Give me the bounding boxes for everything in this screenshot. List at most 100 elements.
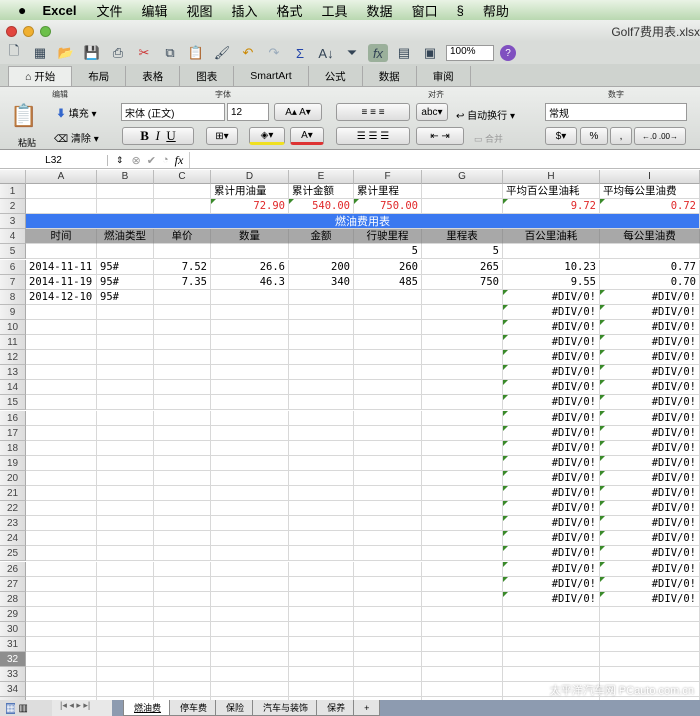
cell-F14[interactable] — [354, 380, 422, 396]
cell-E9[interactable] — [289, 304, 354, 320]
font-name-select[interactable]: 宋体 (正文) — [121, 103, 225, 121]
cell-D2[interactable]: 72.90 — [211, 199, 289, 215]
cell-I19[interactable]: #DIV/0! — [600, 455, 700, 471]
cell-G27[interactable] — [422, 576, 503, 592]
cell-I17[interactable]: #DIV/0! — [600, 425, 700, 441]
table-title-cell[interactable]: 燃油费用表 — [26, 214, 700, 230]
cell-G5[interactable]: 5 — [422, 244, 503, 260]
cell-B9[interactable] — [97, 304, 154, 320]
cell-A29[interactable] — [26, 606, 97, 622]
tab-layout[interactable]: 布局 — [72, 66, 127, 86]
cell-G34[interactable] — [422, 682, 503, 698]
cell-E23[interactable] — [289, 516, 354, 532]
cell-H26[interactable]: #DIV/0! — [503, 561, 600, 577]
cell-E17[interactable] — [289, 425, 354, 441]
cell-F34[interactable] — [354, 682, 422, 698]
cell-C26[interactable] — [154, 561, 211, 577]
cell-A32[interactable] — [26, 652, 97, 668]
cell-C10[interactable] — [154, 319, 211, 335]
cell-D5[interactable] — [211, 244, 289, 260]
cell-G10[interactable] — [422, 319, 503, 335]
cell-B12[interactable] — [97, 350, 154, 366]
cell-E4[interactable]: 金额 — [289, 229, 354, 245]
cell-B18[interactable] — [97, 440, 154, 456]
cell-I24[interactable]: #DIV/0! — [600, 531, 700, 547]
cell-A1[interactable] — [26, 184, 97, 200]
cell-I2[interactable]: 0.72 — [600, 199, 700, 215]
cell-I16[interactable]: #DIV/0! — [600, 410, 700, 426]
cell-G28[interactable] — [422, 591, 503, 607]
row-header[interactable]: 27 — [0, 576, 26, 592]
cell-C25[interactable] — [154, 546, 211, 562]
cell-E25[interactable] — [289, 546, 354, 562]
cell-A33[interactable] — [26, 667, 97, 683]
cell-I30[interactable] — [600, 621, 700, 637]
row-header[interactable]: 6 — [0, 259, 26, 275]
cell-D13[interactable] — [211, 365, 289, 381]
row-header[interactable]: 14 — [0, 380, 26, 396]
cell-C13[interactable] — [154, 365, 211, 381]
row-header[interactable]: 16 — [0, 410, 26, 426]
column-header-B[interactable]: B — [97, 170, 154, 184]
cell-C32[interactable] — [154, 652, 211, 668]
column-header-E[interactable]: E — [289, 170, 354, 184]
cell-D18[interactable] — [211, 440, 289, 456]
cell-I15[interactable]: #DIV/0! — [600, 395, 700, 411]
cell-I29[interactable] — [600, 606, 700, 622]
cell-G15[interactable] — [422, 395, 503, 411]
column-header-G[interactable]: G — [422, 170, 503, 184]
cell-E24[interactable] — [289, 531, 354, 547]
sheet-tab[interactable]: 保养 — [316, 700, 357, 716]
font-color-icon[interactable]: A▾ — [290, 127, 324, 145]
cell-A14[interactable] — [26, 380, 97, 396]
vertical-align-icon[interactable]: ≡ ≡ ≡ — [336, 103, 410, 121]
tab-review[interactable]: 审阅 — [417, 66, 471, 86]
cell-B7[interactable]: 95# — [97, 274, 154, 290]
cell-F30[interactable] — [354, 621, 422, 637]
filter-icon[interactable]: ⏷ — [342, 44, 362, 62]
cell-C6[interactable]: 7.52 — [154, 259, 211, 275]
cell-E27[interactable] — [289, 576, 354, 592]
cell-G25[interactable] — [422, 546, 503, 562]
cell-C2[interactable] — [154, 199, 211, 215]
cell-G4[interactable]: 里程表 — [422, 229, 503, 245]
cell-G11[interactable] — [422, 335, 503, 351]
new-icon[interactable]: 🗋 — [4, 43, 24, 62]
row-header[interactable]: 29 — [0, 606, 26, 622]
cell-F19[interactable] — [354, 455, 422, 471]
cell-C18[interactable] — [154, 440, 211, 456]
cell-B5[interactable] — [97, 244, 154, 260]
cell-G20[interactable] — [422, 470, 503, 486]
row-header[interactable]: 8 — [0, 289, 26, 305]
cell-G14[interactable] — [422, 380, 503, 396]
cell-G12[interactable] — [422, 350, 503, 366]
menu-file[interactable]: 文件 — [96, 1, 122, 20]
cell-E22[interactable] — [289, 501, 354, 517]
cell-G7[interactable]: 750 — [422, 274, 503, 290]
cell-C11[interactable] — [154, 335, 211, 351]
menu-edit[interactable]: 编辑 — [141, 1, 167, 20]
cell-E29[interactable] — [289, 606, 354, 622]
cell-C21[interactable] — [154, 486, 211, 502]
cell-G31[interactable] — [422, 637, 503, 653]
cell-D27[interactable] — [211, 576, 289, 592]
tab-home[interactable]: ⌂ 开始 — [8, 66, 73, 86]
cell-E33[interactable] — [289, 667, 354, 683]
cell-B28[interactable] — [97, 591, 154, 607]
autosum-icon[interactable]: Σ — [290, 44, 310, 62]
cell-C23[interactable] — [154, 516, 211, 532]
cell-D19[interactable] — [211, 455, 289, 471]
cell-E28[interactable] — [289, 591, 354, 607]
cell-F12[interactable] — [354, 350, 422, 366]
cell-C34[interactable] — [154, 682, 211, 698]
menu-insert[interactable]: 插入 — [232, 1, 258, 20]
cell-I5[interactable] — [600, 244, 700, 260]
minimize-button[interactable] — [23, 25, 34, 37]
cell-B30[interactable] — [97, 621, 154, 637]
fill-color-icon[interactable]: ◈▾ — [249, 127, 285, 145]
sheet-tab[interactable]: 停车费 — [169, 700, 219, 716]
row-header[interactable]: 4 — [0, 229, 26, 245]
menu-view[interactable]: 视图 — [186, 1, 212, 20]
cell-H25[interactable]: #DIV/0! — [503, 546, 600, 562]
cell-H1[interactable]: 平均百公里油耗 — [503, 184, 600, 200]
